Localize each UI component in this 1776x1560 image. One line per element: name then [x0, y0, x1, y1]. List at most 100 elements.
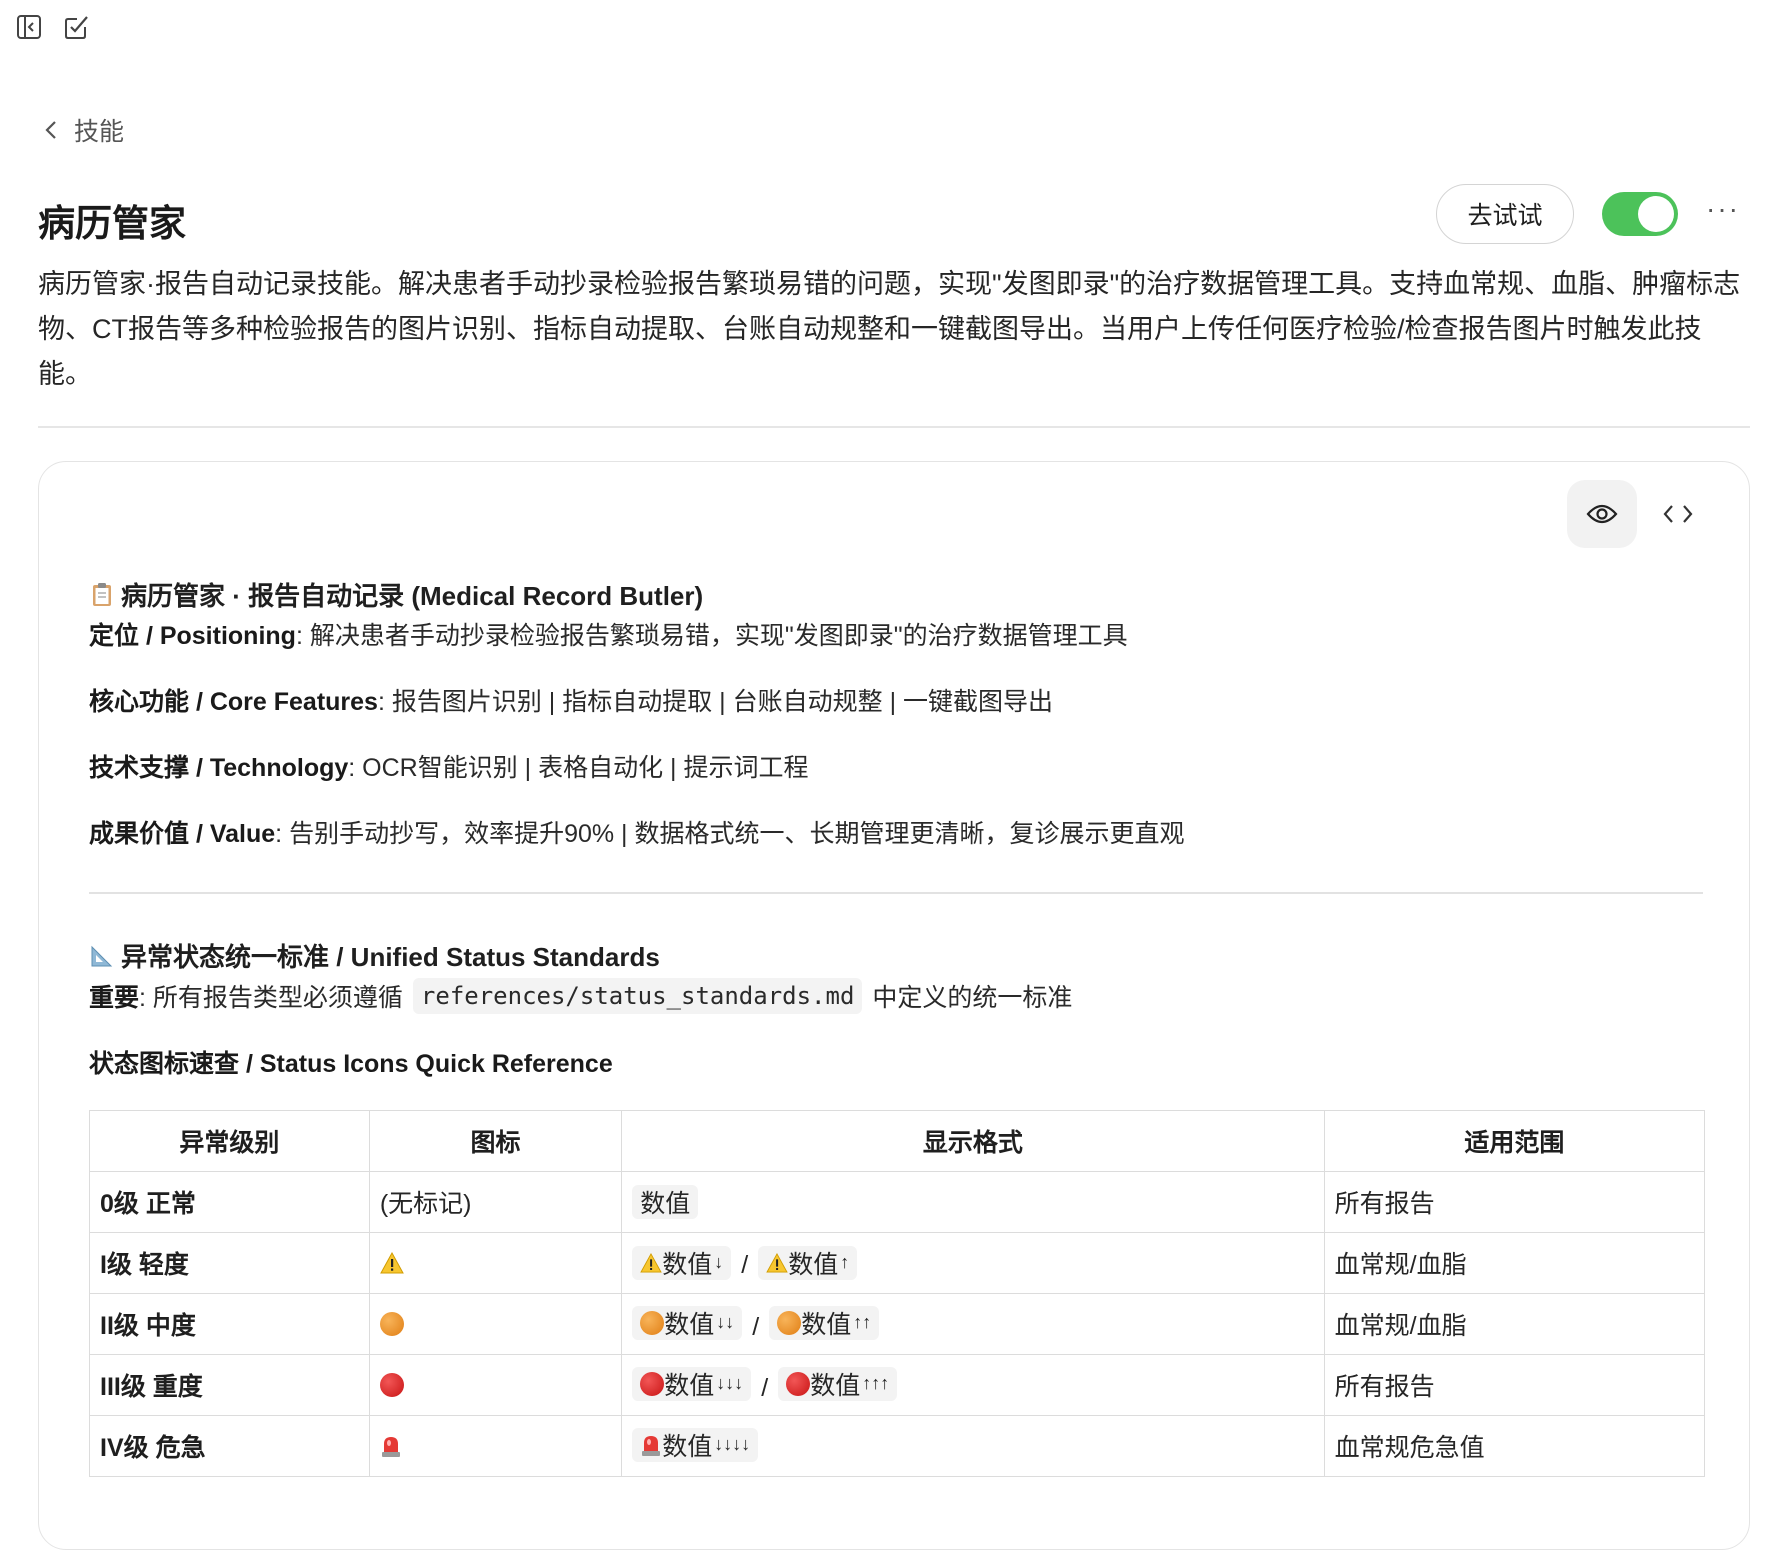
- up-arrows: ↑↑: [853, 1312, 872, 1332]
- back-label: 技能: [74, 118, 125, 146]
- table-row: 0级 正常 (无标记) 数值 所有报告: [89, 1170, 1706, 1233]
- code-icon: [1663, 505, 1693, 523]
- column-header: 适用范围: [1323, 1109, 1706, 1172]
- table-title: 状态图标速查 / Status Icons Quick Reference: [89, 1042, 1703, 1082]
- markdown-content: 病历管家 · 报告自动记录 (Medical Record Butler) 定位…: [89, 574, 1706, 1477]
- table-title-text: 状态图标速查 / Status Icons Quick Reference: [89, 1049, 613, 1078]
- table-row: IV级 危急 数值 ↓↓↓↓ 血常规危急值: [89, 1414, 1706, 1477]
- view-toggle: [1567, 480, 1713, 548]
- icon-cell: [368, 1292, 623, 1355]
- column-header: 图标: [368, 1109, 623, 1172]
- heading-text: 病历管家 · 报告自动记录 (Medical Record Butler): [121, 580, 704, 611]
- clipboard-icon: [93, 583, 111, 606]
- icon-cell: [368, 1231, 623, 1294]
- siren-icon: [642, 1435, 661, 1456]
- orange-circle-icon: [777, 1310, 802, 1335]
- skill-content-card: 病历管家 · 报告自动记录 (Medical Record Butler) 定位…: [38, 461, 1750, 1550]
- red-circle-icon: [640, 1371, 665, 1396]
- topbar: [14, 12, 92, 42]
- value-label: 成果价值 / Value: [89, 820, 276, 848]
- positioning-line: 定位 / Positioning: 解决患者手动抄录检验报告繁琐易错，实现"发图…: [89, 614, 1703, 654]
- important-line: 重要 : 所有报告类型必须遵循 references/status_standa…: [89, 976, 1703, 1016]
- preview-button[interactable]: [1567, 480, 1637, 548]
- icon-cell: (无标记): [368, 1170, 623, 1233]
- table-header-row: 异常级别 图标 显示格式 适用范围: [89, 1109, 1706, 1172]
- value-text: 数值: [801, 1310, 852, 1339]
- value-chip-low: 数值 ↓↓: [632, 1305, 743, 1340]
- skill-title: 病历管家: [38, 203, 186, 244]
- down-arrows: ↓↓↓↓: [714, 1434, 751, 1454]
- try-button[interactable]: 去试试: [1436, 184, 1575, 244]
- icon-cell: [368, 1353, 623, 1416]
- skill-actions: 去试试 ···: [1436, 184, 1740, 244]
- features-label: 核心功能 / Core Features: [89, 688, 378, 716]
- toggle-knob: [1638, 196, 1675, 232]
- format-cell: 数值 ↓↓↓↓: [621, 1414, 1325, 1477]
- value-text: 数值: [788, 1250, 839, 1279]
- warning-icon: [766, 1252, 788, 1273]
- features-text: : 报告图片识别 | 指标自动提取 | 台账自动规整 | 一键截图导出: [377, 688, 1054, 716]
- format-cell: 数值 ↓↓↓ / 数值 ↑↑↑: [621, 1353, 1325, 1416]
- value-text: 数值: [664, 1310, 715, 1339]
- column-header: 异常级别: [89, 1109, 370, 1172]
- table-row: III级 重度 数值 ↓↓↓ / 数值 ↑↑↑ 所有报告: [89, 1353, 1706, 1416]
- value-chip-low: 数值 ↓↓↓↓: [632, 1427, 759, 1462]
- value-chip-low: 数值 ↓↓↓: [632, 1366, 752, 1401]
- value-text: 数值: [662, 1432, 713, 1461]
- divider: [38, 426, 1750, 428]
- format-cell: 数值 ↓↓ / 数值 ↑↑: [621, 1292, 1325, 1355]
- technology-line: 技术支撑 / Technology: OCR智能识别 | 表格自动化 | 提示词…: [89, 746, 1703, 786]
- tech-label: 技术支撑 / Technology: [89, 754, 349, 782]
- scope-cell: 血常规/血脂: [1323, 1231, 1706, 1294]
- more-options-icon[interactable]: ···: [1706, 193, 1740, 235]
- level-cell: I级 轻度: [89, 1231, 370, 1294]
- value-text: 数值: [810, 1371, 861, 1400]
- level-cell: 0级 正常: [89, 1170, 370, 1233]
- value-text: 数值: [664, 1371, 715, 1400]
- source-code-button[interactable]: [1643, 480, 1713, 548]
- triangular-ruler-icon: [91, 945, 113, 966]
- column-header: 显示格式: [621, 1109, 1325, 1172]
- positioning-label: 定位 / Positioning: [89, 622, 296, 650]
- tech-text: : OCR智能识别 | 表格自动化 | 提示词工程: [348, 754, 809, 782]
- value-chip-high: 数值 ↑: [758, 1245, 858, 1280]
- scope-cell: 所有报告: [1323, 1353, 1706, 1416]
- section-heading-1: 病历管家 · 报告自动记录 (Medical Record Butler): [89, 574, 1703, 614]
- value-text: : 告别手动抄写，效率提升90% | 数据格式统一、长期管理更清晰，复诊展示更直…: [275, 820, 1185, 848]
- important-post: 中定义的统一标准: [872, 983, 1073, 1012]
- value-chip: 数值: [632, 1184, 699, 1219]
- orange-circle-icon: [640, 1310, 665, 1335]
- value-chip-high: 数值 ↑↑: [769, 1305, 880, 1340]
- warning-icon: [379, 1252, 404, 1274]
- scope-cell: 所有报告: [1323, 1170, 1706, 1233]
- down-arrows: ↓↓: [716, 1312, 735, 1332]
- important-pre: : 所有报告类型必须遵循: [139, 983, 403, 1012]
- value-line: 成果价值 / Value: 告别手动抄写，效率提升90% | 数据格式统一、长期…: [89, 812, 1703, 852]
- important-label: 重要: [89, 983, 140, 1012]
- up-arrows: ↑↑↑: [862, 1373, 890, 1393]
- level-cell: IV级 危急: [89, 1414, 370, 1477]
- siren-icon: [381, 1437, 400, 1458]
- back-link[interactable]: 技能: [44, 112, 124, 148]
- enable-toggle[interactable]: [1602, 192, 1679, 236]
- scope-cell: 血常规危急值: [1323, 1414, 1706, 1477]
- inline-code: references/status_standards.md: [412, 977, 863, 1014]
- table-row: II级 中度 数值 ↓↓ / 数值 ↑↑ 血常规/血脂: [89, 1292, 1706, 1355]
- value-chip-high: 数值 ↑↑↑: [778, 1366, 898, 1401]
- up-arrows: ↑: [840, 1252, 850, 1272]
- heading-text: 异常状态统一标准 / Unified Status Standards: [121, 942, 660, 972]
- section-heading-2: 异常状态统一标准 / Unified Status Standards: [89, 936, 1703, 976]
- scope-cell: 血常规/血脂: [1323, 1292, 1706, 1355]
- content-divider: [89, 892, 1703, 894]
- level-cell: III级 重度: [89, 1353, 370, 1416]
- value-chip-low: 数值 ↓: [632, 1245, 732, 1280]
- new-task-icon[interactable]: [62, 12, 92, 42]
- eye-icon: [1586, 504, 1618, 524]
- format-cell: 数值: [621, 1170, 1325, 1233]
- chevron-left-icon: [45, 121, 56, 139]
- positioning-text: : 解决患者手动抄录检验报告繁琐易错，实现"发图即录"的治疗数据管理工具: [295, 622, 1128, 650]
- orange-circle-icon: [379, 1312, 404, 1337]
- table-row: I级 轻度 数值 ↓ / 数值 ↑ 血常规/血脂: [89, 1231, 1706, 1294]
- icon-cell: [368, 1414, 623, 1477]
- sidebar-toggle-icon[interactable]: [14, 12, 44, 42]
